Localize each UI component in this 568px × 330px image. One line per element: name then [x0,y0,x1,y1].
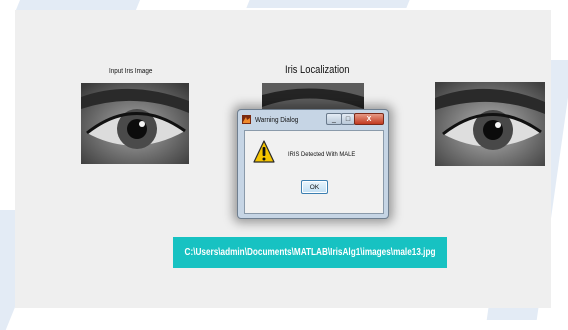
background-stripe [15,0,145,10]
dialog-client-area: IRIS Detected With MALE OK [244,130,384,214]
image-path-text: C:\Users\admin\Documents\MATLAB\IrisAlg1… [184,247,436,258]
localization-label: Iris Localization [285,64,350,76]
warning-icon [253,140,275,163]
output-iris-image [435,82,545,166]
input-iris-image [81,83,189,164]
dialog-title: Warning Dialog [255,115,299,124]
matlab-icon [242,115,251,124]
close-button[interactable]: X [354,113,384,125]
image-path-banner: C:\Users\admin\Documents\MATLAB\IrisAlg1… [173,237,447,268]
input-image-label: Input Iris Image [109,68,153,75]
warning-dialog[interactable]: Warning Dialog _ □ X IRIS Detected With … [237,109,389,219]
maximize-button[interactable]: □ [341,113,355,125]
dialog-message: IRIS Detected With MALE [288,151,356,158]
minimize-button[interactable]: _ [326,113,342,125]
dialog-titlebar[interactable]: Warning Dialog _ □ X [238,110,388,130]
ok-button[interactable]: OK [301,180,328,194]
background-stripe [246,0,414,8]
